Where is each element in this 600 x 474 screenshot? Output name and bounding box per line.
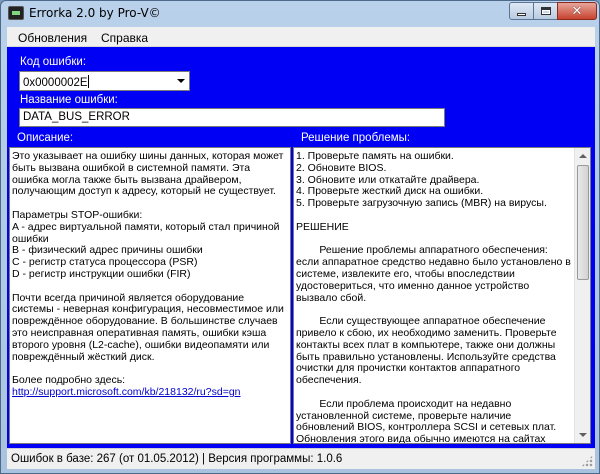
solution-textbox[interactable]: 1. Проверьте память на ошибки. 2. Обнови… [293, 147, 591, 444]
scroll-down-button[interactable] [575, 427, 590, 443]
text-caret [87, 75, 89, 88]
resize-grip-icon[interactable] [581, 455, 593, 467]
title-bar[interactable]: Errorka 2.0 by Pro-V© ✕ [1, 1, 599, 25]
description-textbox[interactable]: Это указывает на ошибку шины данных, кот… [9, 147, 291, 444]
menu-updates[interactable]: Обновления [18, 31, 87, 45]
scroll-up-button[interactable] [575, 148, 590, 164]
error-code-combobox[interactable]: 0x0000002E [19, 71, 190, 91]
maximize-button[interactable] [533, 2, 558, 20]
minimize-icon [517, 12, 526, 16]
status-text: Ошибок в базе: 267 (от 01.05.2012) | Вер… [11, 453, 343, 465]
window-title: Errorka 2.0 by Pro-V© [29, 6, 161, 20]
error-name-value: DATA_BUS_ERROR [23, 111, 130, 123]
error-name-label: Название ошибки: [20, 94, 118, 106]
error-name-field[interactable]: DATA_BUS_ERROR [19, 108, 445, 127]
status-bar: Ошибок в базе: 267 (от 01.05.2012) | Вер… [7, 448, 595, 469]
close-button[interactable]: ✕ [557, 2, 597, 20]
error-code-value: 0x0000002E [23, 75, 89, 89]
description-text: Это указывает на ошибку шины данных, кот… [12, 150, 284, 398]
solution-text: 1. Проверьте память на ошибки. 2. Обнови… [296, 150, 571, 444]
menu-bar: Обновления Справка [7, 27, 595, 47]
description-link[interactable]: http://support.microsoft.com/kb/218132/r… [12, 386, 241, 398]
minimize-button[interactable] [509, 2, 534, 20]
solution-scrollbar[interactable] [574, 148, 590, 443]
solution-label: Решение проблемы: [301, 132, 411, 144]
close-icon: ✕ [571, 3, 583, 19]
maximize-icon [540, 7, 551, 15]
scroll-thumb[interactable] [577, 165, 589, 280]
client-area: Обновления Справка Код ошибки: 0x0000002… [7, 27, 595, 469]
terminal-icon [8, 6, 24, 20]
error-code-label: Код ошибки: [20, 56, 87, 68]
chevron-down-icon[interactable] [177, 79, 185, 83]
app-window: Errorka 2.0 by Pro-V© ✕ Обновления Справ… [0, 0, 600, 474]
description-label: Описание: [17, 132, 74, 144]
menu-help[interactable]: Справка [101, 31, 148, 45]
